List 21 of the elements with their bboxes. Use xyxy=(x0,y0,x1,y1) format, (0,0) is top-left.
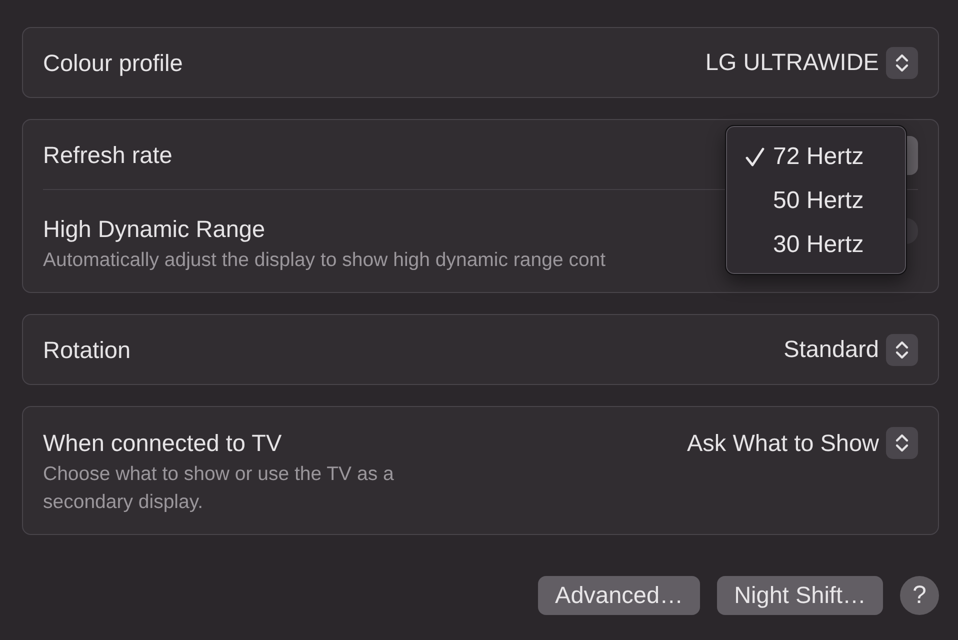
setting-label: Colour profile xyxy=(43,48,183,76)
footer-button[interactable]: Advanced… xyxy=(538,576,700,615)
popup-button[interactable] xyxy=(906,136,918,175)
menu-item[interactable]: 72 Hertz xyxy=(726,135,906,179)
menu-item[interactable]: 50 Hertz xyxy=(726,179,906,223)
footer-button[interactable]: Night Shift… xyxy=(717,576,883,615)
help-button[interactable]: ? xyxy=(900,576,939,615)
popup-button[interactable]: Ask What to Show xyxy=(687,427,918,459)
setting-label: Refresh rate xyxy=(43,140,172,168)
stepper-icon xyxy=(886,427,918,459)
setting-description: Automatically adjust the display to show high dynamic range cont xyxy=(43,248,606,273)
popup-button[interactable]: Standard xyxy=(784,334,918,366)
menu-item[interactable]: 30 Hertz xyxy=(726,223,906,267)
setting-label: Rotation xyxy=(43,336,131,364)
toggle-switch[interactable] xyxy=(906,218,918,244)
popup-button[interactable]: LG ULTRAWIDE xyxy=(705,46,918,78)
setting-label: When connected to TV xyxy=(43,429,282,457)
stepper-icon xyxy=(886,334,918,366)
setting-label: High Dynamic Range xyxy=(43,215,266,243)
setting-description: Choose what to show or use the TV as a secondary display. xyxy=(43,462,395,515)
stepper-icon xyxy=(886,46,918,78)
